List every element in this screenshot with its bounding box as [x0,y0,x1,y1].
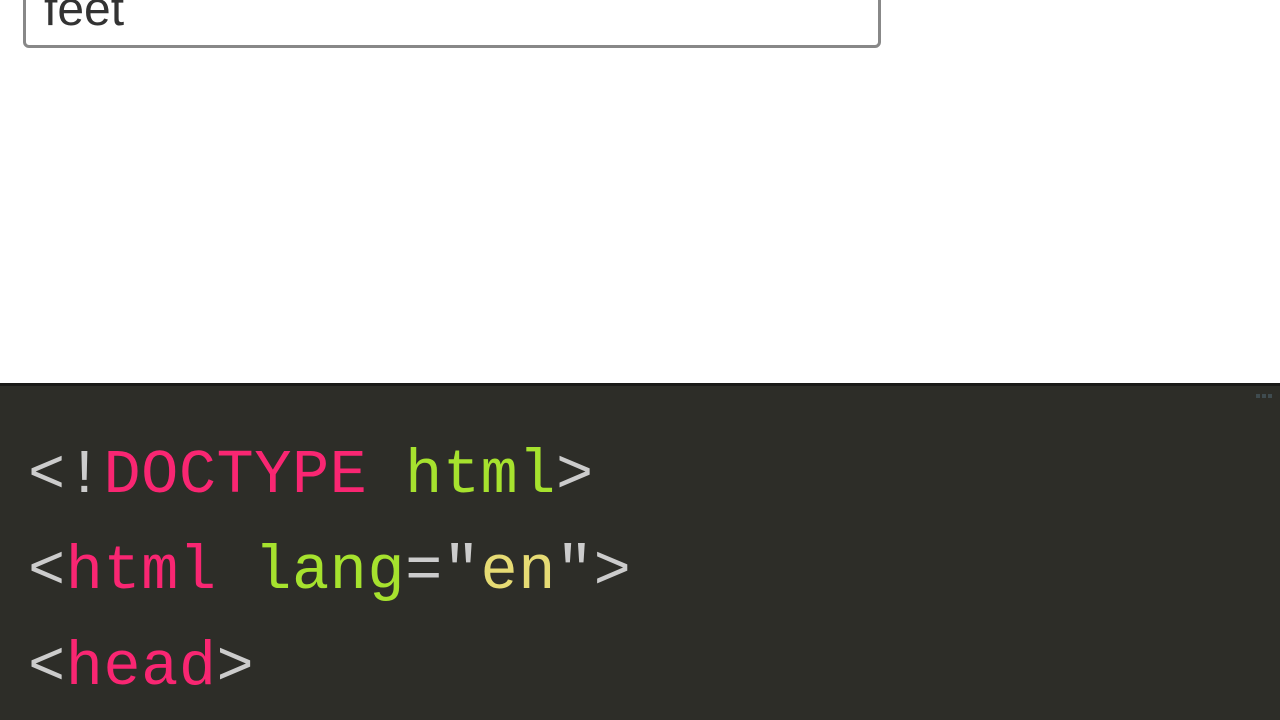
equals: = [405,536,443,607]
quote: " [556,536,594,607]
quote: " [443,536,481,607]
preview-pane [0,0,1280,383]
html-text: html [405,440,556,511]
space [367,440,405,511]
angle-bracket: > [217,632,255,703]
input-container [23,0,881,48]
attr-name: lang [254,536,405,607]
tag-name: html [66,536,217,607]
doctype-keyword: DOCTYPE [103,440,367,511]
attr-value: en [481,536,556,607]
code-editor-pane[interactable]: <!DOCTYPE html> <html lang="en"> <head> [0,383,1280,720]
tag-name: head [66,632,217,703]
text-input[interactable] [23,0,881,48]
exclamation: ! [66,440,104,511]
angle-bracket: > [556,440,594,511]
space [217,536,255,607]
angle-bracket: < [28,440,66,511]
code-line-3[interactable]: <head> [28,620,1252,716]
code-line-1[interactable]: <!DOCTYPE html> [28,428,1252,524]
angle-bracket: > [594,536,632,607]
code-line-2[interactable]: <html lang="en"> [28,524,1252,620]
resize-handle-icon[interactable] [1256,388,1276,408]
angle-bracket: < [28,632,66,703]
angle-bracket: < [28,536,66,607]
